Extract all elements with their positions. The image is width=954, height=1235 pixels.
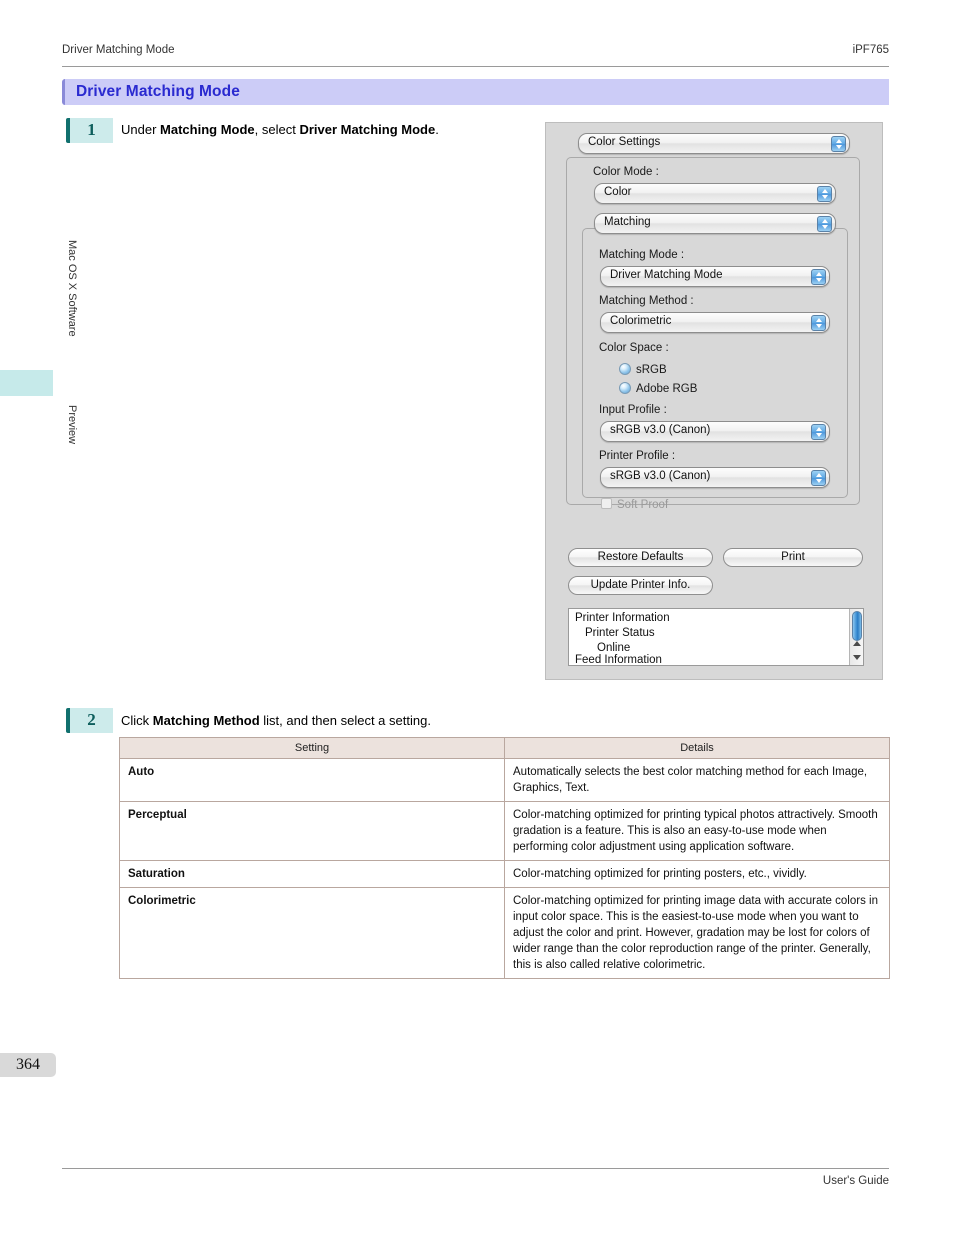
- chevron-updown-icon: [831, 136, 846, 152]
- info-line-3: Feed Information: [575, 654, 662, 666]
- scroll-up-arrow-icon[interactable]: [852, 641, 861, 646]
- pane-select-label: Color Settings: [588, 136, 661, 148]
- radio-srgb[interactable]: sRGB: [619, 363, 667, 376]
- page-number: 364: [0, 1053, 56, 1077]
- row-details: Color-matching optimized for printing ty…: [504, 801, 890, 861]
- info-line-2: Online: [597, 642, 631, 654]
- step-2-text: Click Matching Method list, and then sel…: [121, 712, 431, 730]
- page-footer: User's Guide: [62, 1168, 889, 1187]
- matching-mode-label: Matching Mode :: [599, 249, 685, 261]
- step-1-part-4: .: [435, 122, 439, 137]
- row-setting: Colorimetric: [119, 887, 505, 979]
- table-row: Saturation Color-matching optimized for …: [119, 860, 890, 888]
- scroll-down-arrow-icon[interactable]: [852, 655, 861, 660]
- row-setting: Perceptual: [119, 801, 505, 861]
- step-1-part-2: , select: [254, 122, 300, 137]
- soft-proof-checkbox[interactable]: Soft Proof: [601, 498, 668, 511]
- row-details: Automatically selects the best color mat…: [504, 758, 890, 802]
- color-space-label: Color Space :: [599, 342, 669, 354]
- matching-mode-value: Driver Matching Mode: [610, 269, 723, 281]
- chevron-updown-icon: [811, 269, 826, 285]
- matching-select[interactable]: Matching: [594, 213, 836, 234]
- printer-profile-label: Printer Profile :: [599, 450, 676, 462]
- update-printer-info-button[interactable]: Update Printer Info.: [568, 576, 713, 595]
- color-mode-select[interactable]: Color: [594, 183, 836, 204]
- radio-adobe-rgb[interactable]: Adobe RGB: [619, 382, 697, 395]
- step-1-part-0: Under: [121, 122, 161, 137]
- scrollbar-thumb[interactable]: [852, 611, 862, 641]
- radio-button-icon: [619, 382, 631, 394]
- step-1-number: 1: [87, 120, 96, 139]
- side-tab-mac-os-x-software: Mac OS X Software: [66, 240, 78, 337]
- matching-method-settings-table: Setting Details Auto Automatically selec…: [119, 737, 890, 979]
- table-row: Auto Automatically selects the best colo…: [119, 758, 890, 802]
- row-details: Color-matching optimized for printing po…: [504, 860, 890, 888]
- info-line-1: Printer Status: [585, 627, 655, 639]
- table-row: Perceptual Color-matching optimized for …: [119, 801, 890, 861]
- matching-value: Matching: [604, 216, 651, 228]
- vertical-scrollbar[interactable]: [849, 609, 863, 665]
- radio-adobe-rgb-label: Adobe RGB: [636, 383, 698, 395]
- printer-profile-select[interactable]: sRGB v3.0 (Canon): [600, 467, 830, 488]
- step-2-part-1: Matching Method: [152, 713, 260, 728]
- printer-profile-value: sRGB v3.0 (Canon): [610, 470, 711, 482]
- matching-mode-select[interactable]: Driver Matching Mode: [600, 266, 830, 287]
- matching-method-value: Colorimetric: [610, 315, 672, 327]
- row-setting: Saturation: [119, 860, 505, 888]
- matching-method-select[interactable]: Colorimetric: [600, 312, 830, 333]
- table-header-setting: Setting: [119, 737, 505, 759]
- section-title-text: Driver Matching Mode: [76, 83, 240, 100]
- chevron-updown-icon: [817, 186, 832, 202]
- step-2-number: 2: [87, 710, 96, 729]
- step-1-badge: 1: [66, 118, 113, 143]
- step-1-part-3: Driver Matching Mode: [299, 122, 436, 137]
- checkbox-icon: [601, 498, 612, 509]
- chevron-updown-icon: [811, 424, 826, 440]
- step-2-part-2: list, and then select a setting.: [259, 713, 431, 728]
- print-button[interactable]: Print: [723, 548, 863, 567]
- table-header-row: Setting Details: [119, 737, 890, 759]
- side-tab-preview: Preview: [66, 405, 78, 445]
- step-1-text: Under Matching Mode, select Driver Match…: [121, 121, 439, 139]
- print-dialog-screenshot: Color Settings Color Mode : Color Matchi…: [545, 122, 883, 680]
- row-details: Color-matching optimized for printing im…: [504, 887, 890, 979]
- input-profile-value: sRGB v3.0 (Canon): [610, 424, 711, 436]
- info-line-0: Printer Information: [575, 612, 670, 624]
- header-left-title: Driver Matching Mode: [62, 44, 175, 56]
- pane-select-color-settings[interactable]: Color Settings: [578, 133, 850, 154]
- table-header-details: Details: [504, 737, 890, 759]
- color-mode-value: Color: [604, 186, 632, 198]
- header-right-model: iPF765: [852, 44, 889, 56]
- step-2-badge: 2: [66, 708, 113, 733]
- chevron-updown-icon: [817, 216, 832, 232]
- section-title-bar: Driver Matching Mode: [62, 79, 889, 105]
- radio-srgb-label: sRGB: [636, 364, 667, 376]
- color-mode-label: Color Mode :: [593, 166, 659, 178]
- step-2-part-0: Click: [121, 713, 153, 728]
- chevron-updown-icon: [811, 470, 826, 486]
- table-row: Colorimetric Color-matching optimized fo…: [119, 887, 890, 979]
- side-tab-marker: [0, 370, 53, 396]
- input-profile-label: Input Profile :: [599, 404, 667, 416]
- step-1-part-1: Matching Mode: [160, 122, 255, 137]
- chevron-updown-icon: [811, 315, 826, 331]
- soft-proof-label: Soft Proof: [617, 499, 669, 511]
- input-profile-select[interactable]: sRGB v3.0 (Canon): [600, 421, 830, 442]
- restore-defaults-button[interactable]: Restore Defaults: [568, 548, 713, 567]
- radio-button-icon: [619, 363, 631, 375]
- page-header: Driver Matching Mode iPF765: [62, 44, 889, 67]
- row-setting: Auto: [119, 758, 505, 802]
- printer-information-list[interactable]: Printer Information Printer Status Onlin…: [568, 608, 864, 666]
- matching-method-label: Matching Method :: [599, 295, 694, 307]
